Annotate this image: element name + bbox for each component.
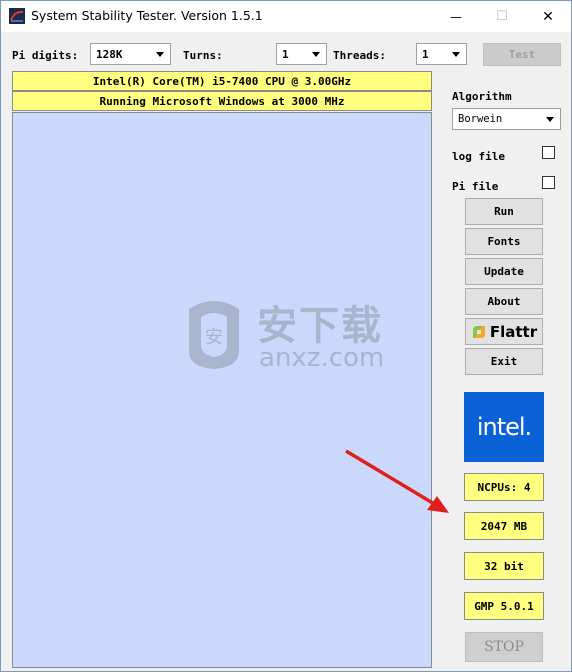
fonts-button[interactable]: Fonts bbox=[465, 228, 543, 255]
chevron-down-icon bbox=[312, 52, 320, 57]
flattr-button[interactable]: Flattr bbox=[465, 318, 543, 345]
watermark: 安 安下载 anxz.com bbox=[179, 291, 399, 381]
update-button[interactable]: Update bbox=[465, 258, 543, 285]
red-arrow-icon bbox=[345, 449, 449, 513]
app-icon bbox=[9, 8, 25, 24]
os-info: Running Microsoft Windows at 3000 MHz bbox=[12, 91, 432, 111]
algorithm-label: Algorithm bbox=[452, 90, 512, 103]
ncpus-info: NCPUs: 4 bbox=[464, 473, 544, 501]
bits-info: 32 bit bbox=[464, 552, 544, 580]
threads-select[interactable]: 1 bbox=[416, 43, 467, 65]
maximize-icon: ☐ bbox=[496, 9, 508, 24]
log-file-checkbox[interactable] bbox=[542, 146, 555, 159]
pi-digits-select[interactable]: 128K bbox=[90, 43, 171, 65]
close-button[interactable]: ✕ bbox=[525, 1, 571, 32]
test-button[interactable]: Test bbox=[483, 43, 561, 66]
maximize-button[interactable]: ☐ bbox=[479, 1, 525, 32]
app-window: System Stability Tester. Version 1.5.1 —… bbox=[0, 0, 572, 672]
watermark-subtext: anxz.com bbox=[259, 343, 385, 373]
pi-digits-value: 128K bbox=[96, 48, 123, 61]
intel-logo: intel. bbox=[464, 392, 544, 462]
window-title: System Stability Tester. Version 1.5.1 bbox=[31, 8, 263, 23]
algorithm-value: Borwein bbox=[458, 113, 503, 125]
close-icon: ✕ bbox=[542, 8, 554, 25]
turns-label: Turns: bbox=[183, 49, 223, 62]
chevron-down-icon bbox=[546, 117, 554, 122]
run-button[interactable]: Run bbox=[465, 198, 543, 225]
stop-button[interactable]: STOP bbox=[465, 632, 543, 662]
title-bar[interactable]: System Stability Tester. Version 1.5.1 —… bbox=[1, 1, 571, 32]
threads-label: Threads: bbox=[333, 49, 386, 62]
log-file-label: log file bbox=[452, 150, 505, 163]
cpu-info: Intel(R) Core(TM) i5-7400 CPU @ 3.00GHz bbox=[12, 71, 432, 91]
turns-value: 1 bbox=[282, 48, 289, 61]
minimize-button[interactable]: — bbox=[433, 1, 479, 32]
pi-digits-label: Pi digits: bbox=[12, 49, 79, 62]
shield-icon: 安 bbox=[189, 301, 239, 369]
turns-select[interactable]: 1 bbox=[276, 43, 327, 65]
pi-file-checkbox[interactable] bbox=[542, 176, 555, 189]
minimize-icon: — bbox=[450, 9, 462, 24]
chevron-down-icon bbox=[156, 52, 164, 57]
about-button[interactable]: About bbox=[465, 288, 543, 315]
chevron-down-icon bbox=[452, 52, 460, 57]
threads-value: 1 bbox=[422, 48, 429, 61]
flattr-icon bbox=[472, 325, 485, 338]
exit-button[interactable]: Exit bbox=[465, 348, 543, 375]
algorithm-select[interactable]: Borwein bbox=[452, 108, 561, 130]
memory-info: 2047 MB bbox=[464, 512, 544, 540]
pi-file-label: Pi file bbox=[452, 180, 499, 193]
intel-logo-text: intel. bbox=[476, 413, 532, 441]
svg-text:安: 安 bbox=[205, 327, 223, 348]
flattr-label: Flattr bbox=[489, 322, 538, 341]
gmp-info: GMP 5.0.1 bbox=[464, 592, 544, 620]
output-area[interactable] bbox=[12, 112, 432, 668]
